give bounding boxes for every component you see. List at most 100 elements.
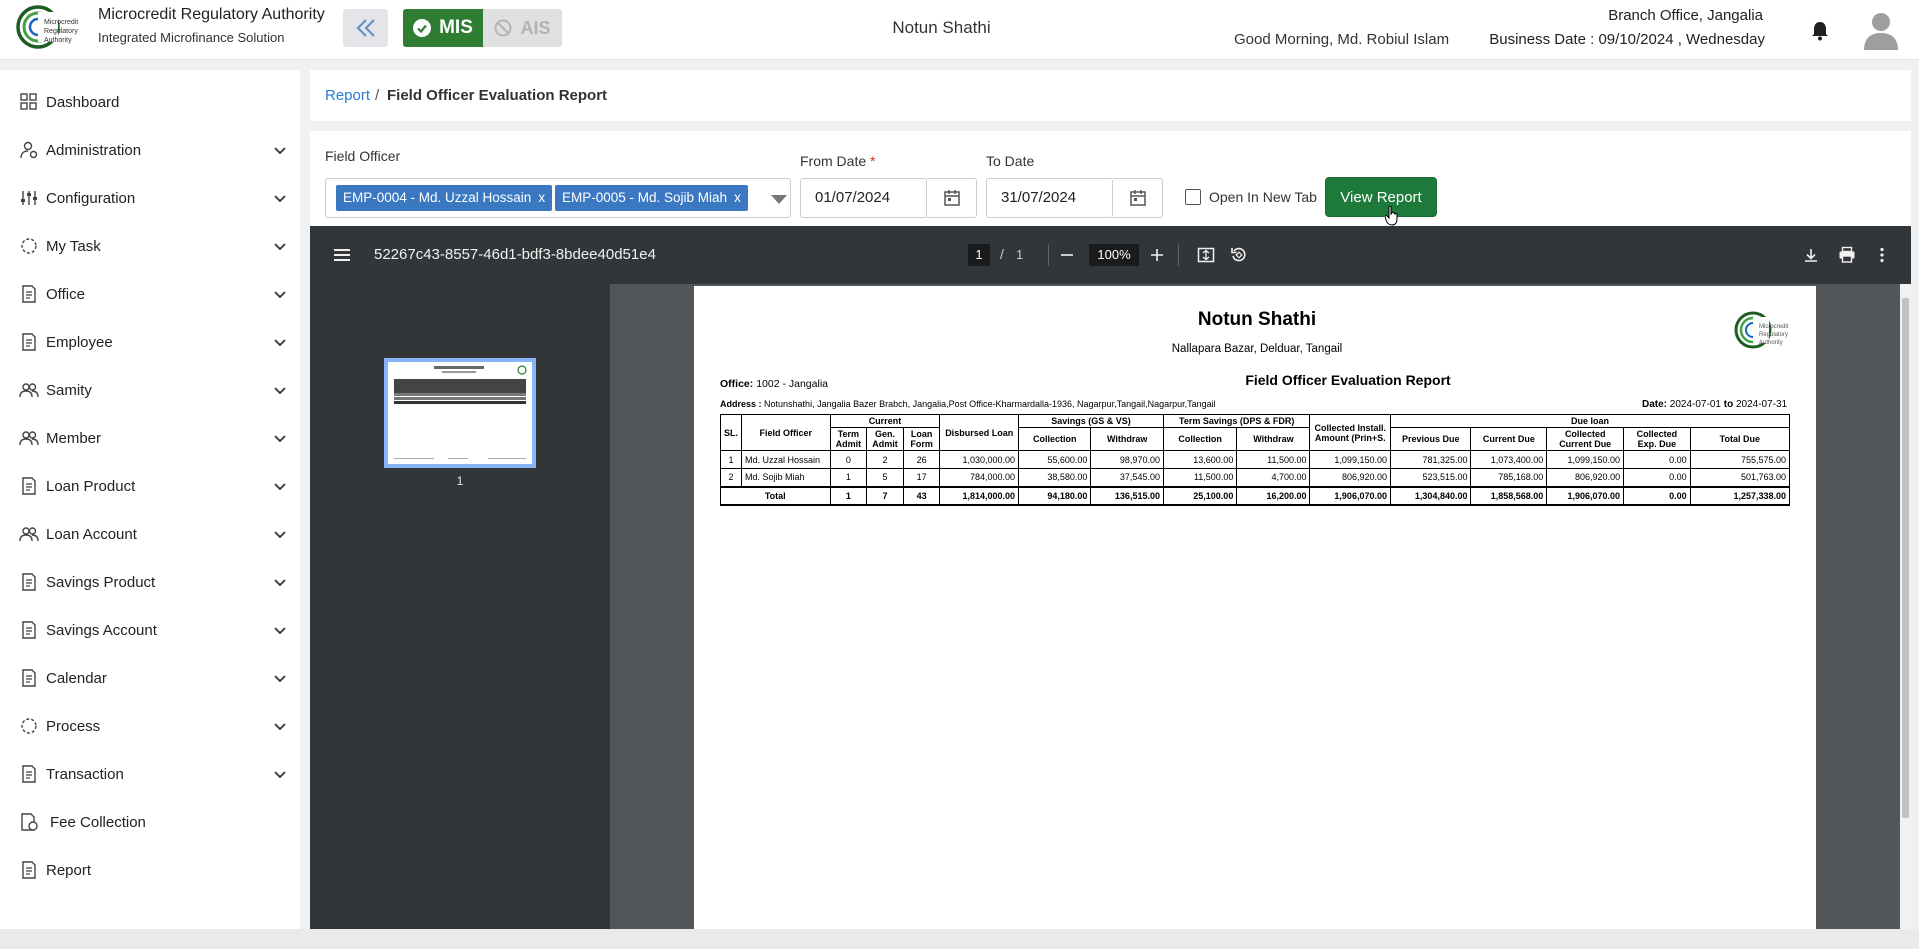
fee-icon: [21, 813, 38, 831]
caret-down-icon[interactable]: [769, 189, 789, 209]
bottom-strip: [0, 929, 1919, 949]
sidebar-item-loan-account[interactable]: Loan Account: [0, 510, 300, 558]
sidebar-item-configuration[interactable]: Configuration: [0, 174, 300, 222]
page-thumbnail[interactable]: [384, 358, 536, 468]
open-in-new-tab-checkbox[interactable]: [1185, 189, 1201, 205]
to-date-picker-button[interactable]: [1113, 178, 1163, 218]
sidebar-item-transaction[interactable]: Transaction: [0, 750, 300, 798]
chevron-down-icon: [274, 291, 286, 299]
chevron-down-icon: [274, 243, 286, 251]
report-title: Field Officer Evaluation Report: [1245, 372, 1451, 388]
cell-sl: 1: [719, 450, 743, 469]
chevron-down-icon: [274, 531, 286, 539]
cell-term-admit: 1: [829, 468, 868, 487]
rotate-button[interactable]: [1228, 244, 1250, 266]
sidebar-item-label: Loan Product: [46, 477, 136, 495]
sidebar-item-label: Administration: [46, 141, 142, 159]
cell-term-admit: 0: [829, 450, 868, 469]
pdf-scrollbar[interactable]: [1900, 284, 1911, 929]
address-value: Notunshathi, Jangalia Bazer Brabch, Jang…: [764, 399, 1216, 409]
view-report-button[interactable]: View Report: [1325, 177, 1437, 217]
cell-current-due: 1,858,568.00: [1470, 485, 1548, 506]
group-icon: [19, 383, 39, 398]
sidebar-item-process[interactable]: Process: [0, 702, 300, 750]
svg-text:Regulatory: Regulatory: [1759, 332, 1788, 338]
cell-collected-exp-due: 0.00: [1623, 485, 1691, 506]
open-in-new-tab-label[interactable]: Open In New Tab: [1209, 189, 1317, 205]
zoom-in-button[interactable]: [1146, 244, 1168, 266]
to-date-input[interactable]: 31/07/2024: [986, 178, 1113, 218]
svg-text:Authority: Authority: [44, 37, 72, 44]
scrollbar-thumb[interactable]: [1902, 298, 1909, 818]
organization-name: Notun Shathi: [892, 18, 991, 37]
sidebar-item-calendar[interactable]: Calendar: [0, 654, 300, 702]
report-logo: Microcredit Regulatory Authority: [1734, 311, 1789, 349]
toolbar-divider: [1178, 244, 1179, 266]
date-label: Date:: [1642, 399, 1668, 410]
page-number-input[interactable]: 1: [968, 244, 990, 266]
chip-remove-button[interactable]: x: [538, 190, 545, 205]
breadcrumb: Report / Field Officer Evaluation Report: [310, 70, 1911, 121]
cell-term-collection: 13,600.00: [1162, 450, 1238, 469]
breadcrumb-separator: /: [375, 87, 380, 104]
user-avatar-icon[interactable]: [1862, 10, 1900, 50]
from-date-picker-button[interactable]: [927, 178, 977, 218]
sidebar-item-report[interactable]: Report: [0, 846, 300, 894]
sidebar-item-loan-product[interactable]: Loan Product: [0, 462, 300, 510]
fit-page-button[interactable]: [1195, 244, 1217, 266]
task-icon: [21, 238, 37, 254]
print-button[interactable]: [1836, 244, 1858, 266]
sidebar-item-my-task[interactable]: My Task: [0, 222, 300, 270]
chip-remove-button[interactable]: x: [734, 190, 741, 205]
more-options-button[interactable]: [1871, 244, 1893, 266]
cell-current-due: 1,073,400.00: [1470, 450, 1548, 469]
chevron-down-icon: [274, 147, 286, 155]
cell-disbursed: 1,814,000.00: [939, 485, 1020, 506]
ais-mode-button[interactable]: AIS: [483, 9, 562, 47]
document-icon: [22, 765, 36, 783]
col-header-total-due: Total Due: [1689, 427, 1791, 451]
document-icon: [22, 861, 36, 879]
cell-current-due: 785,168.00: [1470, 468, 1548, 487]
zoom-out-button[interactable]: [1056, 244, 1078, 266]
svg-text:Regulatory: Regulatory: [44, 28, 78, 35]
table-row: 1 Md. Uzzal Hossain 0 2 26 1,030,000.00 …: [719, 450, 1791, 469]
download-button[interactable]: [1800, 244, 1822, 266]
collapse-sidebar-button[interactable]: [343, 9, 388, 47]
cell-disbursed: 784,000.00: [939, 468, 1020, 487]
grid-icon: [20, 93, 37, 110]
cell-collected-exp-due: 0.00: [1623, 450, 1691, 469]
bell-icon[interactable]: [1808, 19, 1832, 43]
cell-collected-exp-due: 0.00: [1623, 468, 1691, 487]
sidebar-item-member[interactable]: Member: [0, 414, 300, 462]
field-officer-multiselect[interactable]: EMP-0004 - Md. Uzzal Hossain x EMP-0005 -…: [325, 178, 791, 218]
thumbnail-page-number: 1: [456, 474, 464, 488]
sidebar-item-fee-collection[interactable]: Fee Collection: [0, 798, 300, 846]
mis-label: MIS: [439, 17, 473, 38]
sidebar-item-administration[interactable]: Administration: [0, 126, 300, 174]
menu-icon[interactable]: [332, 245, 352, 265]
sidebar-item-label: Calendar: [46, 669, 107, 687]
cell-loan-form: 43: [902, 485, 941, 506]
sidebar-item-savings-account[interactable]: Savings Account: [0, 606, 300, 654]
zoom-level-input[interactable]: 100%: [1089, 244, 1139, 266]
sidebar-item-label: Dashboard: [46, 93, 120, 111]
ban-icon: [494, 19, 512, 37]
selected-officer-chip: EMP-0005 - Md. Sojib Miah x: [555, 185, 748, 211]
sidebar-item-savings-product[interactable]: Savings Product: [0, 558, 300, 606]
cell-collected-install: 1,906,070.00: [1309, 485, 1391, 506]
cell-collected-current-due: 806,920.00: [1546, 468, 1625, 487]
top-header: Microcredit Regulatory Authority Microcr…: [0, 0, 1919, 60]
from-date-input[interactable]: 01/07/2024: [800, 178, 927, 218]
sidebar-item-office[interactable]: Office: [0, 270, 300, 318]
mis-mode-button[interactable]: MIS: [403, 9, 483, 47]
sidebar-item-dashboard[interactable]: Dashboard: [0, 78, 300, 126]
sidebar-item-samity[interactable]: Samity: [0, 366, 300, 414]
sidebar-item-employee[interactable]: Employee: [0, 318, 300, 366]
field-officer-label: Field Officer: [325, 148, 401, 164]
cell-gen-admit: 5: [866, 468, 904, 487]
breadcrumb-link-report[interactable]: Report: [325, 87, 370, 104]
cell-savings-collection: 55,600.00: [1018, 450, 1092, 469]
group-icon: [19, 431, 39, 446]
cell-previous-due: 523,515.00: [1389, 468, 1472, 487]
